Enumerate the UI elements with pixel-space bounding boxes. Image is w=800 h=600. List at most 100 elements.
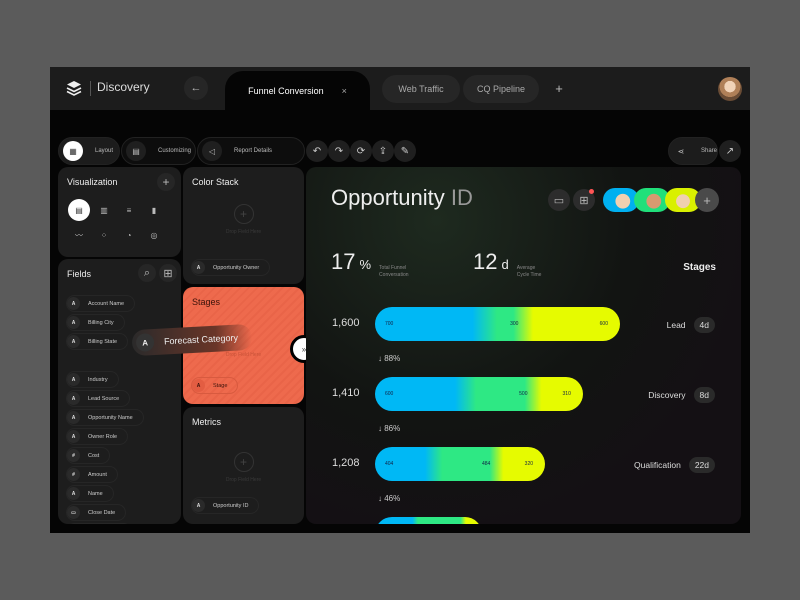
field-item[interactable]: ▭ Close Date <box>66 504 127 521</box>
tab-funnel-conversion[interactable]: Funnel Conversion × <box>225 71 370 110</box>
document-icon: ▤ <box>126 141 146 161</box>
stage-label: Qualification 22d <box>634 457 715 473</box>
filter-fields-button[interactable]: ⊞ <box>159 264 177 282</box>
arrow-down-icon: ↓ <box>378 494 382 503</box>
field-item[interactable]: A Billing State <box>66 333 129 350</box>
field-chip-opportunity-owner[interactable]: A Opportunity Owner <box>191 259 271 276</box>
plus-icon: + <box>162 175 170 189</box>
field-item[interactable]: A Name <box>66 485 114 502</box>
panel-title: Metrics <box>192 417 221 427</box>
tab-label: CQ Pipeline <box>476 84 526 94</box>
tab-cq-pipeline[interactable]: CQ Pipeline <box>463 75 539 103</box>
field-item[interactable]: A Lead Source <box>66 390 131 407</box>
back-button[interactable]: ← <box>184 76 208 100</box>
expand-button[interactable]: ↗ <box>719 140 741 162</box>
segment-label: 500 <box>519 391 528 397</box>
arrow-down-icon: ↓ <box>378 354 382 363</box>
title-text: Opportunity <box>331 185 445 210</box>
notifications-button[interactable]: ⊞ <box>573 189 595 211</box>
add-visualization-button[interactable]: + <box>157 173 175 191</box>
drop-value: 46% <box>384 494 401 503</box>
conversion-metric: 17% Total Funnel Conversation <box>331 249 409 279</box>
chart-icon: ⊞ <box>579 194 589 207</box>
add-collaborator-button[interactable]: + <box>695 188 719 212</box>
scatter-chart-icon[interactable]: ⁘ <box>93 224 115 246</box>
plus-icon: + <box>703 192 711 208</box>
field-item[interactable]: # Cost <box>66 447 111 464</box>
drop-zone-hint: Drop Field Here <box>225 229 262 235</box>
funnel-bar[interactable]: 600 500 310 <box>375 377 583 411</box>
stage-days-badge: 4d <box>693 317 715 333</box>
close-icon[interactable]: × <box>342 86 347 96</box>
add-field-drop-icon[interactable]: + <box>233 204 254 224</box>
horizontal-bar-icon[interactable]: ≡ <box>118 199 140 221</box>
field-item[interactable]: # Amount <box>66 466 118 483</box>
field-label: Name <box>88 490 103 497</box>
line-chart-icon[interactable]: 〰 <box>68 224 90 246</box>
pie-chart-icon[interactable]: ◔ <box>118 224 140 246</box>
label: Report Details <box>234 148 273 154</box>
donut-chart-icon[interactable]: ◎ <box>143 224 165 246</box>
undo-button[interactable]: ↶ <box>306 140 328 162</box>
cycle-metric: 12 d Average Cycle Time <box>473 249 541 279</box>
filter-icon: ⊞ <box>163 267 173 280</box>
label: Share <box>700 148 717 154</box>
text-type-icon: A <box>67 316 80 329</box>
user-avatar[interactable] <box>718 77 742 101</box>
segment-label: 484 <box>481 461 491 467</box>
field-item[interactable]: ▭Created Date <box>66 523 132 524</box>
add-field-drop-icon[interactable]: + <box>233 452 254 472</box>
upload-icon: ⇪ <box>378 145 388 157</box>
title-suffix: ID <box>450 185 473 210</box>
field-chip-opportunity-id[interactable]: A Opportunity ID <box>191 497 260 514</box>
tab-web-traffic[interactable]: Web Traffic <box>382 75 460 103</box>
search-fields-button[interactable]: ⌕ <box>138 264 156 282</box>
upload-button[interactable]: ⇪ <box>372 140 394 162</box>
edit-button[interactable]: ✎ <box>394 140 416 162</box>
panel-title: Fields <box>67 269 92 279</box>
share-button[interactable]: ⋖ Share <box>668 137 718 165</box>
grid-icon: ▦ <box>63 141 83 161</box>
table-chart-icon[interactable]: ▤ <box>68 199 90 221</box>
divider <box>90 81 91 96</box>
segment-label: 320 <box>524 461 534 467</box>
stage-label: Lead 4d <box>667 317 715 333</box>
text-type-icon: A <box>67 297 80 310</box>
field-item[interactable]: A Billing City <box>66 314 125 331</box>
refresh-icon: ⟳ <box>356 145 366 157</box>
drop-zone-hint: Drop Field Here <box>225 352 262 358</box>
app-title: Discovery <box>97 80 150 94</box>
field-item[interactable]: A Industry <box>66 371 119 388</box>
stage-total: 1,208 <box>332 457 360 469</box>
field-item[interactable]: A Opportunity Name <box>66 409 144 426</box>
metric-label: Cycle Time <box>516 272 542 278</box>
column-chart-icon[interactable]: ▮ <box>143 199 165 221</box>
customizing-button[interactable]: ▤ Customizing <box>121 137 196 165</box>
text-type-icon: A <box>192 379 205 392</box>
stacked-bar-icon[interactable]: ▥ <box>93 199 115 221</box>
number-type-icon: # <box>67 449 80 462</box>
segment-label: 404 <box>385 461 394 467</box>
text-type-icon: A <box>67 335 80 348</box>
field-item[interactable]: A Account Name <box>66 295 136 312</box>
stage-name: Lead <box>666 320 686 330</box>
label: Layout <box>95 148 114 154</box>
text-type-icon: A <box>192 261 205 274</box>
field-item[interactable]: A Owner Role <box>66 428 129 445</box>
field-chip-stage[interactable]: A Stage <box>191 377 239 394</box>
funnel-bar[interactable]: 700 300 600 <box>375 307 620 341</box>
field-label: Billing State <box>88 338 118 345</box>
layout-button[interactable]: ▦ Layout <box>58 137 120 165</box>
funnel-bar[interactable]: 404 484 320 <box>375 447 546 481</box>
edit-icon: ✎ <box>400 145 410 157</box>
arrow-down-icon: ↓ <box>378 424 382 433</box>
field-label: Forecast Category <box>163 332 239 347</box>
field-label: Industry <box>88 376 108 383</box>
redo-button[interactable]: ↷ <box>328 140 350 162</box>
notification-dot <box>589 189 594 194</box>
calendar-button[interactable]: ▭ <box>548 189 570 211</box>
refresh-button[interactable]: ⟳ <box>350 140 372 162</box>
report-details-button[interactable]: ◁ Report Details <box>197 137 305 165</box>
add-tab-button[interactable]: + <box>548 77 570 99</box>
stage-days-badge: 8d <box>693 387 715 403</box>
